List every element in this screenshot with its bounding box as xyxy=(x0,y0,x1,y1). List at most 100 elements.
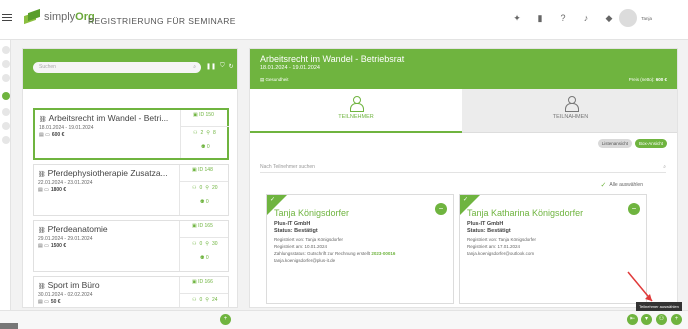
pause-icon[interactable]: ❚❚ xyxy=(206,63,216,70)
seminar-title: Arbeitsrecht im Wandel - Betriebsrat xyxy=(260,54,405,64)
seminar-category: ▤ Gesundheit xyxy=(260,77,289,82)
seminar-card-dates: 22.01.2024 - 23.01.2024 xyxy=(38,180,93,186)
participant-search-input[interactable]: Nach Teilnehmer suchen ⌕ xyxy=(260,161,666,173)
registered-at: Registriert am: 10.01.2024 xyxy=(274,244,328,249)
remove-participant-button[interactable]: − xyxy=(435,203,447,215)
logo-mark-icon xyxy=(24,10,40,24)
seminar-card-dates: 29.01.2024 - 29.01.2024 xyxy=(38,236,93,242)
tag-icon[interactable]: ◆ xyxy=(604,13,614,23)
help-icon[interactable]: ? xyxy=(558,13,568,23)
group-icon: ⚇ xyxy=(193,130,198,136)
seminar-card-price: ▤ ▭ 1500 € xyxy=(38,243,67,249)
participant-status: Status: Bestätigt xyxy=(467,228,511,234)
box-view-button[interactable]: Box-Ansicht xyxy=(634,139,667,148)
select-all-toggle[interactable]: ✓ Alle auswählen xyxy=(600,181,643,189)
list-view-button[interactable]: Listenansicht xyxy=(597,139,632,148)
participant-company: Plus-IT GmbH xyxy=(467,221,504,227)
search-icon: ⌕ xyxy=(193,64,196,70)
person-icon: ⚉ xyxy=(200,199,205,205)
seminar-card[interactable]: ⛓ Sport im Büro 30.01.2024 - 02.02.2024 ▤ ▭… xyxy=(33,276,229,307)
seminar-card[interactable]: ⛓ Pferdephysiotherapie Zusatza... 22.01.20… xyxy=(33,164,229,216)
participant-company: Plus-IT GmbH xyxy=(274,221,311,227)
seminar-card-dates: 30.01.2024 - 02.02.2024 xyxy=(38,292,93,298)
sidebar-user-icon[interactable] xyxy=(2,122,10,130)
participant-status: Status: Bestätigt xyxy=(274,228,318,234)
sidebar-settings-icon[interactable] xyxy=(2,136,10,144)
participant-card[interactable]: ✓ − Tanja Katharina Königsdorfer Plus-IT… xyxy=(459,194,647,304)
pin-icon: ⚲ xyxy=(205,185,209,191)
seminar-count-extra: ⚉ 0 xyxy=(200,199,209,205)
seminar-counts: ⚇ 2 ⚲ 8 xyxy=(193,130,216,136)
seminar-price: Preis (netto): 600 € xyxy=(628,77,667,82)
link-icon: ⛓ xyxy=(39,117,47,123)
attendance-icon xyxy=(564,96,579,112)
seminar-id: ▣ ID 148 xyxy=(192,167,213,173)
seminar-list-header: Suchen ⌕ ❚❚ ⛉ ↻ xyxy=(23,49,237,89)
sidebar-seminar-icon[interactable] xyxy=(2,92,10,100)
user-name: Tanja xyxy=(641,15,652,21)
seminar-count-extra: ⚉ 0 xyxy=(200,255,209,261)
filter-action-button[interactable]: ▾ xyxy=(641,314,652,325)
pin-icon: ⚲ xyxy=(206,130,210,136)
participant-name: Tanja Katharina Königsdorfer xyxy=(467,208,584,218)
user-menu[interactable]: Tanja xyxy=(619,9,652,27)
list-tools: ❚❚ ⛉ ↻ xyxy=(206,63,234,70)
seminar-card[interactable]: ⛓ Arbeitsrecht im Wandel - Betri... 18.01.… xyxy=(33,108,229,160)
seminar-list-panel: Suchen ⌕ ❚❚ ⛉ ↻ ⛓ Arbeitsrecht im Wandel -… xyxy=(22,48,238,308)
seminar-card-title: ⛓ Arbeitsrecht im Wandel - Betri... xyxy=(39,113,169,123)
sidebar-building-icon[interactable] xyxy=(2,74,10,82)
divider xyxy=(180,181,228,182)
add-button[interactable]: + xyxy=(220,314,231,325)
search-icon: ⌕ xyxy=(663,164,666,170)
seminar-card[interactable]: ⛓ Pferdeanatomie 29.01.2024 - 29.01.2024 ▤ … xyxy=(33,220,229,272)
avatar[interactable] xyxy=(619,9,638,27)
top-bar: simplyOrg REGISTRIERUNG FÜR SEMINARE ✦ ▮… xyxy=(0,0,688,40)
sidebar xyxy=(0,40,11,310)
bell-icon[interactable]: ♪ xyxy=(581,13,591,23)
group-icon: ⚇ xyxy=(192,241,197,247)
group-icon: ⚇ xyxy=(192,297,197,303)
group-icon: ⚇ xyxy=(192,185,197,191)
seminar-counts: ⚇ 0 ⚲ 30 xyxy=(192,241,218,247)
lightbulb-icon[interactable]: ✦ xyxy=(512,13,522,23)
seminar-card-side: ▣ ID 165 ⚇ 0 ⚲ 30 ⚉ 0 xyxy=(180,221,228,271)
refresh-icon[interactable]: ↻ xyxy=(229,63,234,70)
add-participant-button[interactable]: + xyxy=(671,314,682,325)
bottom-toolbar xyxy=(0,310,688,329)
menu-icon[interactable] xyxy=(2,14,12,24)
first-action-button[interactable]: ⇤ xyxy=(627,314,638,325)
pin-icon: ⚲ xyxy=(205,297,209,303)
seminar-id: ▣ ID 150 xyxy=(193,112,214,118)
seminar-card-title: ⛓ Pferdeanatomie xyxy=(38,224,108,234)
invoice-link[interactable]: 2023-00016 xyxy=(371,251,395,256)
logo[interactable]: simplyOrg xyxy=(24,10,95,24)
check-icon: ✓ xyxy=(463,197,469,203)
price-icon: ▤ ▭ xyxy=(38,299,49,305)
tab-participants[interactable]: TEILNEHMER xyxy=(250,89,462,133)
id-icon: ▣ xyxy=(192,167,197,173)
sidebar-document-icon[interactable] xyxy=(2,108,10,116)
payment-status: Zahlungsstatus: Gutschrift zur Rechnung … xyxy=(274,251,396,256)
divider xyxy=(181,126,229,127)
participant-email: tanja.koenigsdorfer@outlook.com xyxy=(467,251,535,256)
sidebar-home-icon[interactable] xyxy=(2,46,10,54)
top-icons: ✦ ▮ ? ♪ ◆ xyxy=(512,13,614,23)
check-icon: ✓ xyxy=(600,182,607,189)
registered-by: Registriert von: Tanja Königsdorfer xyxy=(274,237,343,242)
participant-icon xyxy=(350,96,364,112)
id-icon: ▣ xyxy=(192,279,197,285)
book-icon[interactable]: ▮ xyxy=(535,13,545,23)
sidebar-calendar-icon[interactable] xyxy=(2,60,10,68)
select-participants-button[interactable]: ⚇ xyxy=(656,314,667,325)
detail-tabs: TEILNEHMER TEILNAHMEN xyxy=(250,89,677,133)
participant-card[interactable]: ✓ − Tanja Königsdorfer Plus-IT GmbH Stat… xyxy=(266,194,454,304)
remove-participant-button[interactable]: − xyxy=(628,203,640,215)
filter-icon[interactable]: ⛉ xyxy=(220,63,225,70)
seminar-search-input[interactable]: Suchen ⌕ xyxy=(33,62,201,73)
seminar-counts: ⚇ 0 ⚲ 20 xyxy=(192,185,218,191)
tab-attendance[interactable]: TEILNAHMEN xyxy=(462,89,677,133)
divider xyxy=(180,293,228,294)
seminar-dates: 18.01.2024 - 19.01.2024 xyxy=(260,65,320,71)
page-title: REGISTRIERUNG FÜR SEMINARE xyxy=(88,16,236,26)
seminar-card-main: ⛓ Sport im Büro 30.01.2024 - 02.02.2024 ▤ ▭… xyxy=(34,277,180,307)
